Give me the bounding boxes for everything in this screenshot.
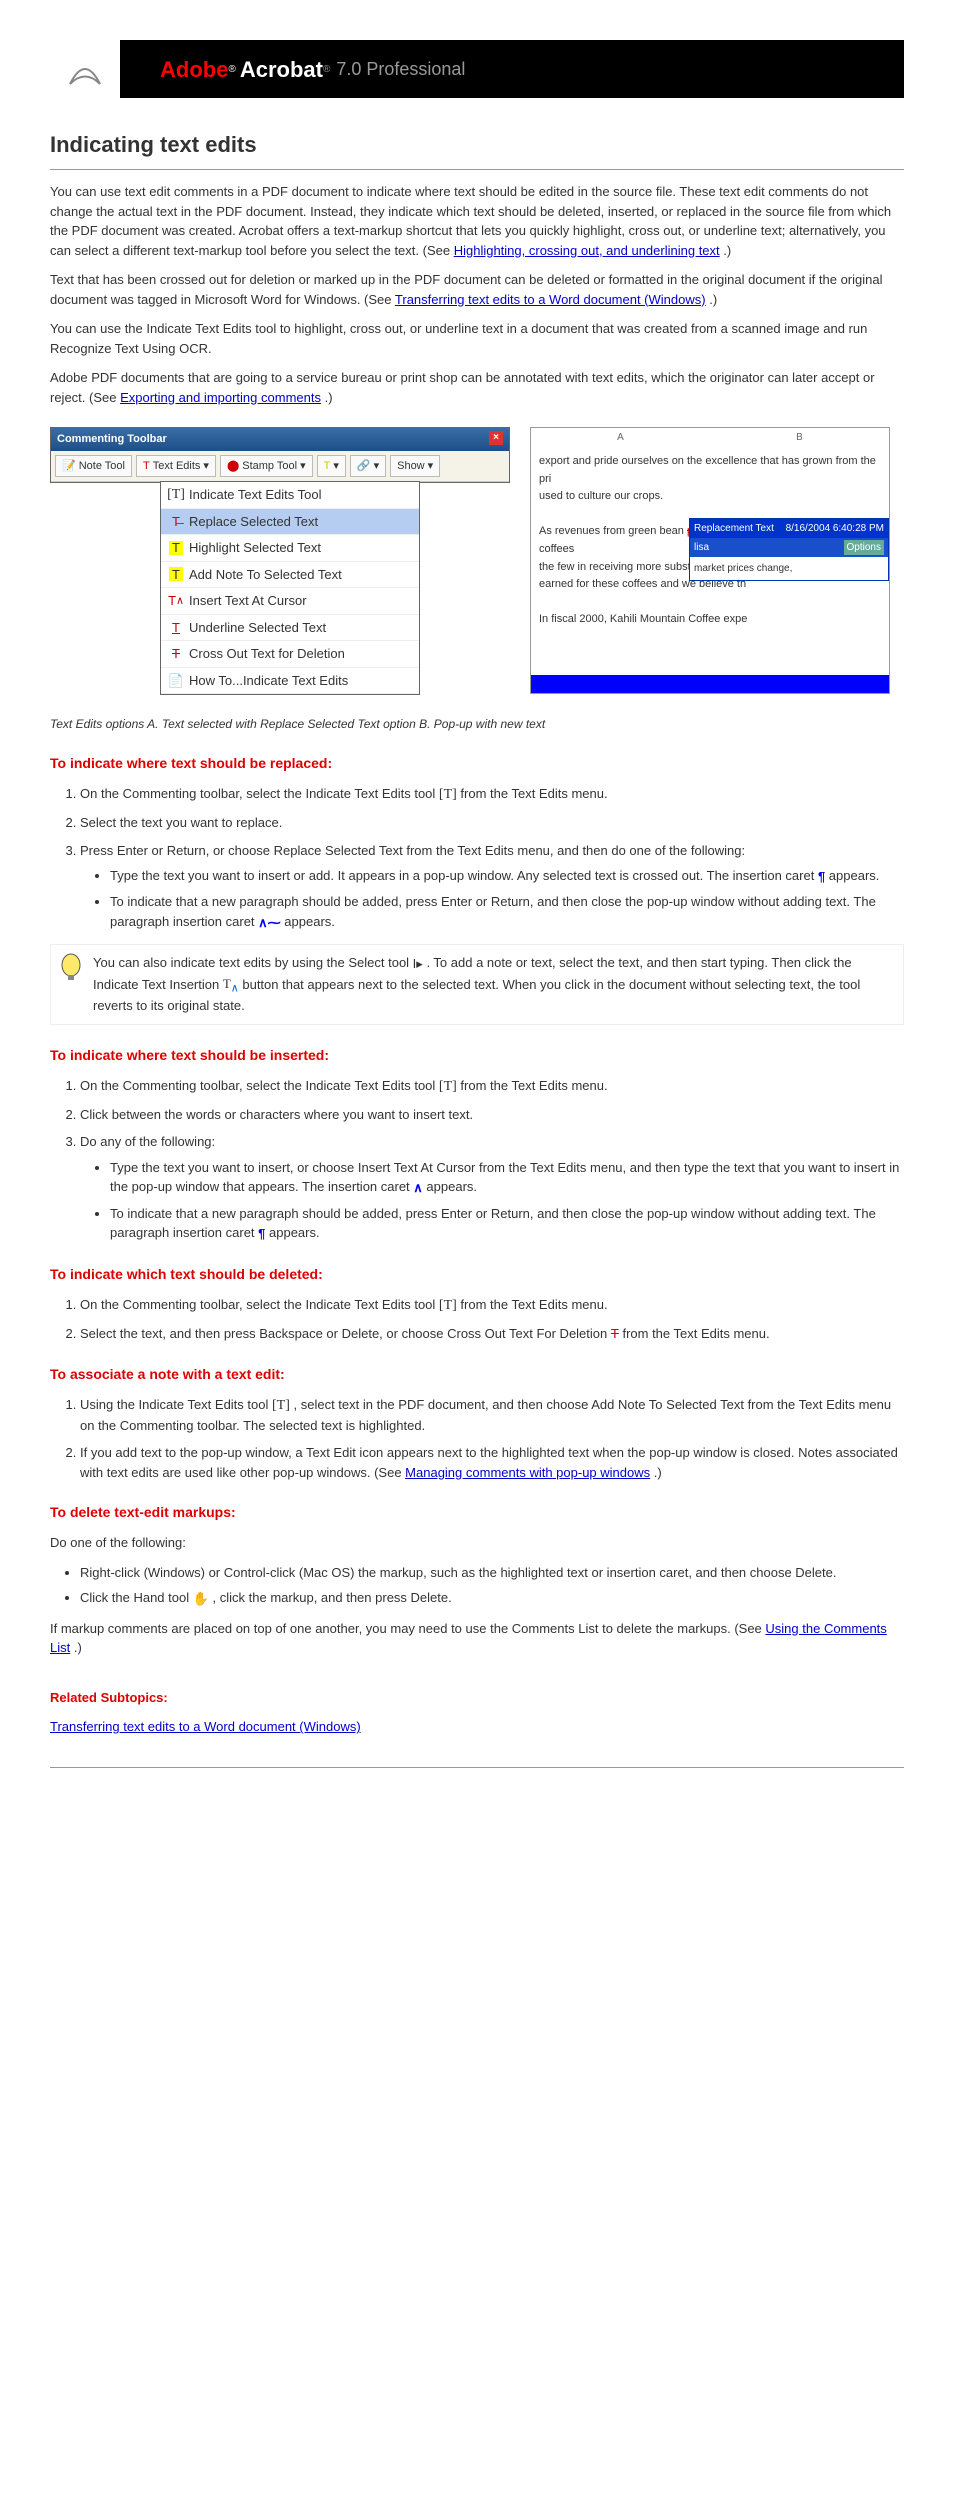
crossout-icon: T [169,647,183,661]
highlight-menu-icon: T [169,541,183,555]
stamp-tool-button: ⬤Stamp Tool▾ [220,455,313,478]
link-transferring-word[interactable]: Transferring text edits to a Word docume… [395,292,706,307]
selection-bar [531,675,889,693]
indicate-tool-icon: [T] [272,1395,290,1416]
insert-menu-icon: T∧ [169,594,183,608]
brand-reg2: ® [323,62,330,77]
show-button: Show▾ [390,455,440,478]
screenshot-toolbar: Commenting Toolbar × 📝Note Tool TText Ed… [50,427,510,483]
delete-note: If markup comments are placed on top of … [50,1619,904,1658]
popup-body: market prices change, [690,557,888,580]
replace-icon: T̶ [169,514,183,528]
footer-divider [50,1767,904,1768]
paragraph-icon: ¶ [258,1224,265,1244]
heading-associate: To associate a note with a text edit: [50,1364,904,1385]
product-banner: Adobe ® Acrobat ® 7.0 Professional [50,40,904,98]
steps-insert: On the Commenting toolbar, select the In… [80,1076,904,1244]
popup-date: 8/16/2004 6:40:28 PM [786,521,884,536]
link-highlighting[interactable]: Highlighting, crossing out, and underlin… [454,243,720,258]
caret-icon: ∧ [413,1178,423,1198]
intro-para-2: Text that has been crossed out for delet… [50,270,904,309]
underline-icon: T [169,620,183,634]
close-icon: × [489,431,503,445]
brand-adobe: Adobe [160,53,228,86]
brand-version: 7.0 Professional [336,56,465,83]
popup-user: lisa [694,540,709,555]
banner-title: Adobe ® Acrobat ® 7.0 Professional [120,40,904,98]
screenshot-document: A B export and pride ourselves on the ex… [530,427,890,694]
link-related-transferring[interactable]: Transferring text edits to a Word docume… [50,1719,361,1734]
page-title: Indicating text edits [50,128,904,170]
text-edits-button: TText Edits▾ [136,455,216,478]
link-managing-popups[interactable]: Managing comments with pop-up windows [405,1465,650,1480]
indicate-tool-icon: [T] [439,784,457,805]
steps-replace: On the Commenting toolbar, select the In… [80,784,904,932]
callout-label-a: A [617,430,624,445]
heading-insert: To indicate where text should be inserte… [50,1045,904,1066]
text-edits-menu: [T]Indicate Text Edits Tool T̶Replace Se… [160,481,420,695]
acrobat-logo [50,40,120,98]
screenshot-figure: Commenting Toolbar × 📝Note Tool TText Ed… [50,427,904,695]
figure-caption: Text Edits options A. Text selected with… [50,715,904,733]
heading-delete-markups: To delete text-edit markups: [50,1502,904,1523]
intro-para-3: You can use the Indicate Text Edits tool… [50,319,904,358]
howto-icon: 📄 [169,673,183,687]
steps-associate: Using the Indicate Text Edits tool [T] ,… [80,1395,904,1483]
indicate-tool-icon: [T] [439,1295,457,1316]
text-insertion-icon: T∧ [223,974,239,997]
replacement-popup: Replacement Text 8/16/2004 6:40:28 PM li… [689,518,889,581]
indicate-icon: [T] [169,488,183,502]
note-tool-button: 📝Note Tool [55,455,132,478]
paragraph-icon: ¶ [818,867,825,887]
addnote-icon: T [169,567,183,581]
brand-acrobat: Acrobat [240,53,323,86]
popup-title: Replacement Text [694,521,774,536]
highlight-shortcut: T▾ [317,455,346,478]
heading-delete: To indicate which text should be deleted… [50,1264,904,1285]
related-heading: Related Subtopics: [50,1688,904,1708]
indicate-tool-icon: [T] [439,1076,457,1097]
popup-options: Options [844,540,884,555]
brand-reg: ® [228,62,235,77]
select-tool-icon: I▸ [413,954,423,974]
callout-label-b: B [796,430,803,445]
attach-shortcut: 🔗▾ [350,455,386,478]
paragraph-caret-icon: ∧⁓ [258,913,281,933]
link-export-import[interactable]: Exporting and importing comments [120,390,321,405]
heading-replace: To indicate where text should be replace… [50,753,904,774]
hand-tool-icon: ✋ [193,1589,209,1609]
tip-box: You can also indicate text edits by usin… [50,944,904,1025]
steps-delete: On the Commenting toolbar, select the In… [80,1295,904,1344]
intro-para-4: Adobe PDF documents that are going to a … [50,368,904,407]
crossout-icon: T [611,1324,619,1344]
delete-options-list: Right-click (Windows) or Control-click (… [80,1563,904,1609]
toolbar-title: Commenting Toolbar [57,431,167,448]
lightbulb-icon [59,953,83,989]
intro-para-1: You can use text edit comments in a PDF … [50,182,904,260]
delete-intro: Do one of the following: [50,1533,904,1553]
